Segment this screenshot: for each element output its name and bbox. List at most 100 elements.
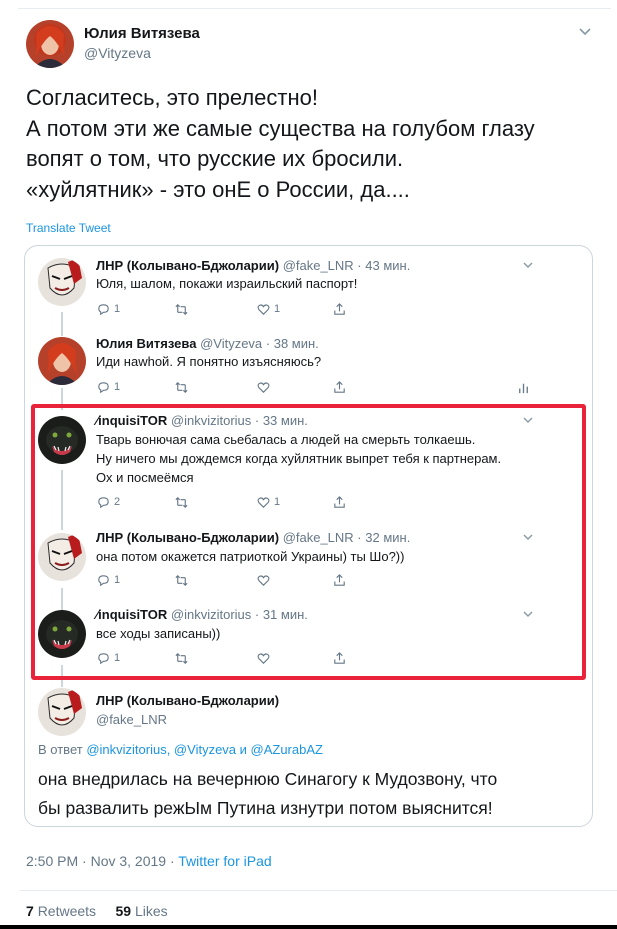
like-icon [257,574,270,586]
translate-tweet-link[interactable]: Translate Tweet [26,221,111,235]
action-bar: 1 [96,572,356,588]
retweets-count: 7 [26,903,34,919]
bottom-edge [0,925,617,929]
avatar[interactable] [38,258,86,306]
quoted-author-name[interactable]: ⁄inquisiTOR [96,607,167,622]
share-icon [334,495,345,508]
avatar[interactable] [38,337,86,385]
tweet-meta: 2:50 PM · Nov 3, 2019 · Twitter for iPad [26,853,272,869]
reply-author-handle[interactable]: @fake_LNR [96,712,167,727]
reply-count: 2 [114,496,121,508]
retweet-icon [175,652,188,664]
retweets-stat[interactable]: 7 Retweets [26,903,96,919]
retweet-icon [175,496,188,508]
replying-to-users[interactable]: @inkvizitorius, @Vityzeva и @AZurabAZ [86,742,323,757]
like-icon [257,652,270,664]
retweet-action[interactable] [174,650,192,666]
action-bar: 1 1 [96,301,356,317]
quoted-author-name[interactable]: ⁄inquisiTOR [96,413,167,428]
tweet-text: Согласитесь, это прелестно! А потом эти … [26,83,606,205]
top-divider [18,8,611,9]
divider [20,890,617,891]
likes-stat[interactable]: 59 Likes [116,903,168,919]
like-action[interactable] [256,650,274,666]
quoted-author-meta: @fake_LNR · 32 мин. [282,530,411,545]
reply-count: 1 [114,574,121,586]
likes-count: 59 [115,903,132,919]
author-avatar[interactable] [26,20,74,68]
reply-action[interactable]: 1 [96,301,120,317]
share-action[interactable] [332,572,350,588]
analytics-icon [519,383,528,393]
share-icon [334,380,345,393]
reply-icon [98,303,109,315]
like-icon [257,496,270,508]
quoted-author[interactable]: ЛНР (Колывано-Бджоларии) @fake_LNR · 43 … [96,258,410,273]
quoted-text: она потом окажется патриоткой Украины) т… [96,549,405,564]
source-link[interactable]: Twitter for iPad [178,853,271,869]
chevron-down-icon[interactable] [522,258,534,270]
quoted-text: Юля, шалом, покажи израильский паспорт! [96,276,358,291]
quoted-author-name[interactable]: Юлия Витязева [96,336,196,351]
quoted-author[interactable]: ⁄inquisiTOR @inkvizitorius · 31 мин. [96,607,308,622]
reply-action[interactable]: 1 [96,379,120,395]
retweet-action[interactable] [174,494,192,510]
reply-icon [98,496,109,508]
tweet-card: Юлия Витязева @Vityzeva Согласитесь, это… [0,0,617,929]
like-action[interactable]: 1 [256,301,280,317]
like-action[interactable]: 1 [256,494,280,510]
like-count: 1 [274,496,281,508]
replying-to: В ответ @inkvizitorius, @Vityzeva и @AZu… [38,742,323,757]
retweet-icon [175,381,188,393]
timestamp[interactable]: 2:50 PM · Nov 3, 2019 · [26,853,175,869]
quoted-author-name[interactable]: ЛНР (Колывано-Бджоларии) [96,258,279,273]
retweet-action[interactable] [174,301,192,317]
share-action[interactable] [332,650,350,666]
quoted-author[interactable]: Юлия Витязева @Vityzeva · 38 мин. [96,336,319,351]
reply-text-line: она внедрилась на вечернюю Синагогу к Му… [38,769,498,789]
likes-label: Likes [134,903,168,919]
quoted-author[interactable]: ЛНР (Колывано-Бджоларии) @fake_LNR · 32 … [96,530,410,545]
quoted-author-name[interactable]: ЛНР (Колывано-Бджоларии) [96,530,279,545]
tweet-text-line: вопят о том, что русские их бросили. [26,146,404,171]
avatar[interactable] [38,610,86,658]
like-action[interactable] [256,379,274,395]
retweet-action[interactable] [174,572,192,588]
quoted-text: Тварь вонючая сама сьебалась а людей на … [96,432,476,447]
avatar[interactable] [38,416,86,464]
share-action[interactable] [332,301,350,317]
author-name[interactable]: Юлия Витязева [84,25,200,42]
retweets-label: Retweets [37,903,97,919]
tweet-text-line: Согласитесь, это прелестно! [26,85,318,110]
like-count: 1 [274,303,281,315]
chevron-down-icon[interactable] [522,607,534,619]
reply-text-line: бы развалить режЫм Путина изнутри потом … [38,798,493,818]
quoted-text: все ходы записаны)) [96,626,221,641]
like-icon [257,303,270,315]
quoted-author-meta: @fake_LNR · 43 мин. [282,258,411,273]
action-bar: 1 [96,379,536,395]
avatar[interactable] [38,688,86,736]
chevron-down-icon[interactable] [522,530,534,542]
tweet-text-line: А потом эти же самые существа на голубом… [26,115,535,141]
retweet-action[interactable] [174,379,192,395]
like-action[interactable] [256,572,274,588]
author-handle[interactable]: @Vityzeva [84,45,151,61]
quoted-text: Иди наwhoй. Я понятно изъясняюсь? [96,354,322,369]
avatar[interactable] [38,533,86,581]
share-action[interactable] [332,494,350,510]
action-bar: 1 [96,650,356,666]
reply-count: 1 [114,652,121,664]
like-icon [257,381,270,393]
quoted-author[interactable]: ⁄inquisiTOR @inkvizitorius · 33 мин. [96,413,308,428]
reply-action[interactable]: 1 [96,572,120,588]
reply-text: она внедрилась на вечернюю Синагогу к Му… [38,765,497,823]
reply-author-name[interactable]: ЛНР (Колывано-Бджоларии) [96,693,279,708]
analytics-action[interactable] [516,379,534,395]
reply-action[interactable]: 1 [96,650,120,666]
share-action[interactable] [332,379,350,395]
chevron-down-icon[interactable] [578,24,592,38]
chevron-down-icon[interactable] [522,413,534,425]
reply-icon [98,652,109,664]
reply-action[interactable]: 2 [96,494,120,510]
